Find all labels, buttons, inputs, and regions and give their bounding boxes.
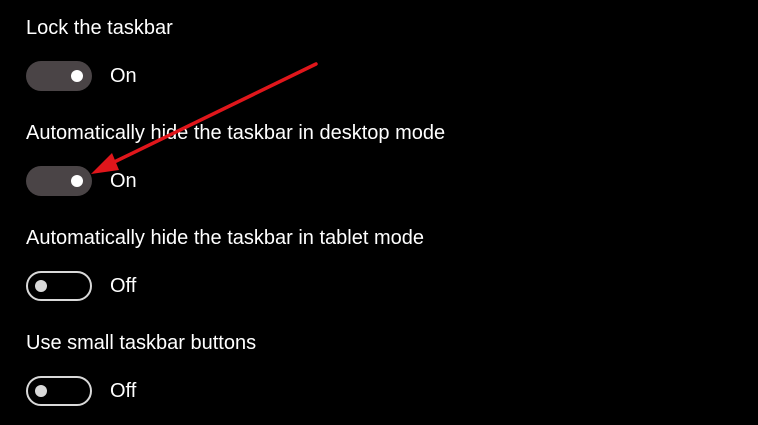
toggle-row: On: [26, 61, 326, 91]
small-buttons-toggle[interactable]: [26, 376, 92, 406]
toggle-knob: [35, 280, 47, 292]
setting-label: Use small taskbar buttons: [26, 332, 257, 354]
lock-taskbar-toggle[interactable]: [26, 61, 92, 91]
toggle-row: On: [26, 166, 326, 196]
setting-label: Automatically hide the taskbar in deskto…: [26, 122, 446, 144]
toggle-state-text: On: [110, 65, 137, 87]
setting-label: Lock the taskbar: [26, 17, 173, 39]
auto-hide-desktop-toggle[interactable]: [26, 166, 92, 196]
setting-lock-taskbar: Lock the taskbar On: [26, 16, 726, 96]
toggle-state-text: On: [110, 170, 137, 192]
auto-hide-tablet-toggle[interactable]: [26, 271, 92, 301]
setting-label: Automatically hide the taskbar in tablet…: [26, 227, 424, 249]
toggle-state-text: Off: [110, 380, 137, 402]
toggle-row: Off: [26, 376, 326, 406]
toggle-knob: [71, 70, 83, 82]
toggle-row: Off: [26, 271, 326, 301]
setting-auto-hide-tablet: Automatically hide the taskbar in tablet…: [26, 226, 726, 306]
setting-auto-hide-desktop: Automatically hide the taskbar in deskto…: [26, 121, 726, 201]
toggle-knob: [71, 175, 83, 187]
toggle-knob: [35, 385, 47, 397]
setting-small-buttons: Use small taskbar buttons Off: [26, 331, 726, 411]
toggle-state-text: Off: [110, 275, 137, 297]
